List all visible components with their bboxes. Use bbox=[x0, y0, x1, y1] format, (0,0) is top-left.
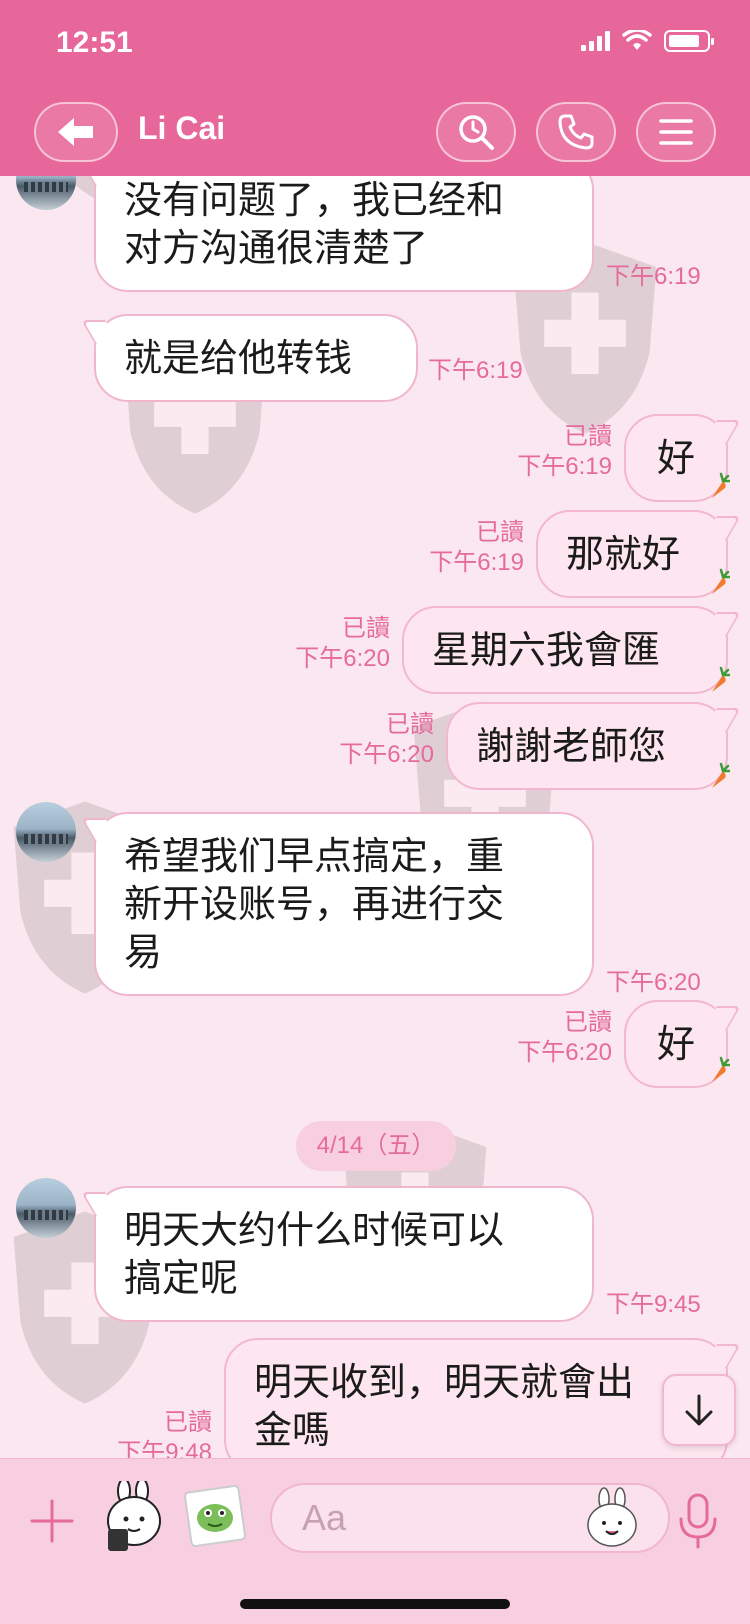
carrot-icon bbox=[712, 1056, 730, 1082]
message-input-field[interactable] bbox=[270, 1483, 670, 1553]
message-bubble-outgoing[interactable]: 謝謝老師您 bbox=[446, 702, 728, 790]
message-list[interactable]: 没有问题了，我已经和 对方沟通很清楚了 下午6:19 就是给他转钱 下午6:19… bbox=[0, 176, 750, 1458]
message-bubble-outgoing[interactable]: 明天收到，明天就會出 金嗎 bbox=[224, 1338, 728, 1458]
chat-title: Li Cai bbox=[138, 110, 226, 146]
sticker-icon[interactable] bbox=[100, 1481, 168, 1557]
status-icons bbox=[581, 30, 714, 52]
message-bubble-incoming[interactable]: 就是给他转钱 bbox=[94, 314, 418, 402]
menu-button[interactable] bbox=[636, 102, 716, 162]
message-time: 下午6:19 bbox=[428, 357, 523, 384]
message-bubble-outgoing[interactable]: 星期六我會匯 bbox=[402, 606, 728, 694]
date-separator: 4/14（五） bbox=[296, 1121, 456, 1171]
message-time: 下午6:19 bbox=[606, 263, 701, 290]
message-time: 下午9:45 bbox=[606, 1291, 701, 1318]
message-time: 下午6:20 bbox=[517, 1039, 612, 1066]
menu-icon bbox=[659, 119, 693, 145]
battery-icon bbox=[664, 30, 714, 52]
carrot-icon bbox=[712, 762, 730, 788]
message-bubble-incoming[interactable]: 希望我们早点搞定，重 新开设账号，再进行交 易 bbox=[94, 812, 594, 996]
message-input-bar bbox=[0, 1458, 750, 1624]
phone-icon bbox=[558, 114, 594, 150]
carrot-icon bbox=[712, 666, 730, 692]
message-time: 下午6:20 bbox=[339, 741, 434, 768]
carrot-icon bbox=[712, 568, 730, 594]
arrow-left-icon bbox=[58, 118, 93, 146]
microphone-icon[interactable] bbox=[676, 1493, 720, 1549]
scroll-to-bottom-button[interactable] bbox=[662, 1374, 736, 1446]
voice-call-button[interactable] bbox=[536, 102, 616, 162]
message-bubble-outgoing[interactable]: 那就好 bbox=[536, 510, 728, 598]
photo-icon[interactable] bbox=[184, 1485, 246, 1547]
status-bar: 12:51 bbox=[56, 26, 714, 66]
message-time: 下午6:19 bbox=[517, 453, 612, 480]
search-button[interactable] bbox=[436, 102, 516, 162]
message-time: 下午6:20 bbox=[295, 645, 390, 672]
search-icon bbox=[459, 115, 494, 150]
message-text-input[interactable] bbox=[302, 1485, 552, 1551]
home-indicator bbox=[240, 1599, 510, 1609]
message-bubble-incoming[interactable]: 明天大约什么时候可以 搞定呢 bbox=[94, 1186, 594, 1322]
contact-avatar[interactable] bbox=[16, 176, 76, 210]
contact-avatar[interactable] bbox=[16, 1178, 76, 1238]
plus-icon[interactable] bbox=[30, 1499, 74, 1543]
emoji-icon[interactable] bbox=[584, 1487, 640, 1549]
back-button[interactable] bbox=[34, 102, 118, 162]
carrot-icon bbox=[712, 472, 730, 498]
chat-header: 12:51 Li Cai bbox=[0, 0, 750, 176]
status-time: 12:51 bbox=[56, 26, 133, 59]
message-time: 下午6:19 bbox=[429, 549, 524, 576]
cellular-signal-icon bbox=[581, 31, 610, 51]
wifi-icon bbox=[622, 30, 652, 50]
message-time: 下午9:48 bbox=[117, 1439, 212, 1458]
contact-avatar[interactable] bbox=[16, 802, 76, 862]
message-bubble-incoming[interactable]: 没有问题了，我已经和 对方沟通很清楚了 bbox=[94, 176, 594, 292]
message-time: 下午6:20 bbox=[606, 969, 701, 996]
chevron-down-icon bbox=[685, 1394, 713, 1426]
